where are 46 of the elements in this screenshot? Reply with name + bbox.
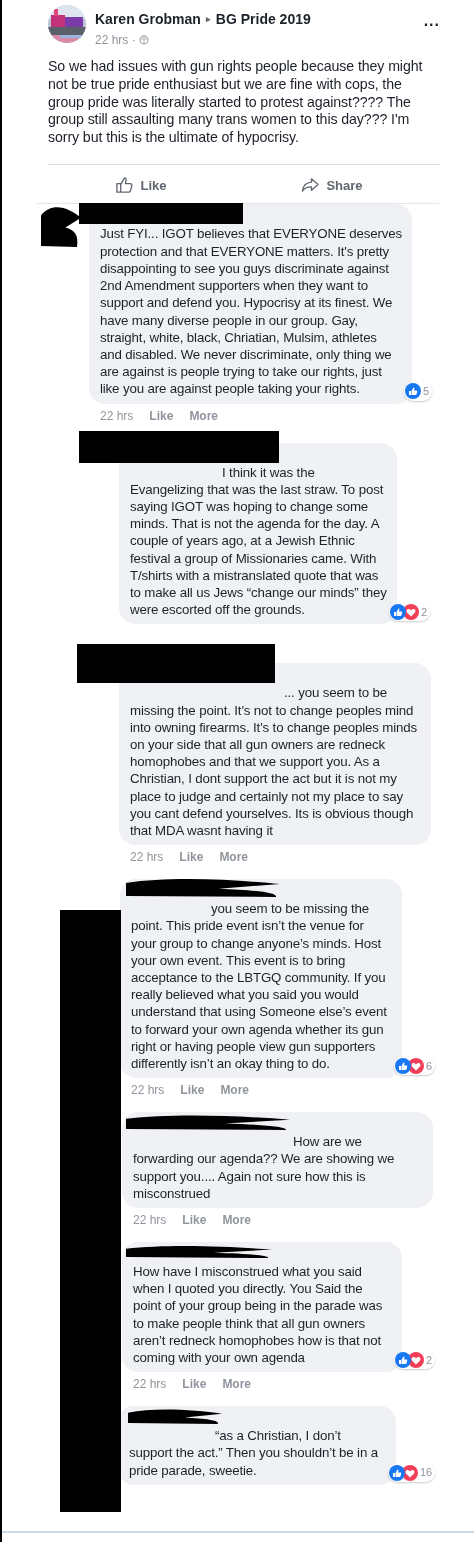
comment-time: 22 hrs <box>131 1082 165 1099</box>
thumbs-up-icon <box>115 176 135 196</box>
author-name[interactable]: Karen Grobman <box>95 9 201 30</box>
comment-text: I think it was the Evangelizing that was the last straw. To post saying IGOT was hoping to change some minds. That is not the agenda for the day. A couple of years ago, at a Jewish Ethnic festival a group of Missionaries came. With T/shirts with a mistranslated quote that was to make all us Jews “change our minds” they were escorted off the grounds. <box>130 463 387 619</box>
globe-icon <box>138 35 149 45</box>
comment-time: 22 hrs <box>133 1376 167 1393</box>
share-button[interactable]: Share <box>301 176 363 196</box>
more-link[interactable]: More <box>222 1212 252 1228</box>
reaction-badge[interactable]: 5 <box>404 382 433 401</box>
breadcrumb-arrow-icon: ▸ <box>205 12 211 27</box>
more-link[interactable]: More <box>222 1376 252 1393</box>
more-link[interactable]: More <box>189 407 219 424</box>
like-reaction-icon <box>395 1352 411 1368</box>
reaction-badge[interactable]: 16 <box>388 1463 436 1482</box>
like-reaction-icon <box>389 1464 405 1481</box>
like-link[interactable]: Like <box>182 1376 207 1393</box>
like-button[interactable]: Like <box>115 176 167 196</box>
like-reaction-icon <box>405 383 421 400</box>
reaction-badge[interactable]: 2 <box>394 1350 436 1370</box>
comment-text: you seem to be missing the point. This pride event isn’t the venue for your group to change anyone’s minds. Host your own event. This event is to bring acceptance to the LBTGQ community. If you really believed what you said you would understand that using Someone else’s event to forward your own agenda whether its gun right or having people view gun supporters differently isn’t an okay thing to do. <box>131 900 388 1073</box>
heart-reaction-icon <box>408 1057 424 1074</box>
heart-reaction-icon <box>408 1352 424 1368</box>
comment-text: ... you seem to be missing the point. It's not to change peoples mind into owning firearms. It's to change peoples minds on your side that all gun owners are redneck homophobes and that we support you. As a Christian, I dont support the act but it is not my place to judge and certainly not my place to say you cant defend yourselves. Its is obvious though that MDA wasnt having it <box>130 684 418 840</box>
comment-time: 22 hrs <box>100 407 134 424</box>
post-time: 22 hrs · <box>95 32 136 49</box>
comment-text: How have I misconstrued what you said when I quoted you directly. You Said the point of your group being in the parade was to make people think that all gun owners aren’t redneck homophobes how is that not coming with your own agenda <box>133 1263 384 1367</box>
more-link[interactable]: More <box>219 849 249 866</box>
more-options-button[interactable]: ... <box>423 13 440 29</box>
more-link[interactable]: More <box>220 1082 250 1099</box>
comment-text: “as a Christian, I don’t support the act.” Then you shouldn’t be in a pride parade, sweetie. <box>129 1427 379 1479</box>
reaction-badge[interactable]: 2 <box>389 602 431 622</box>
comment-text: How are we forwarding our agenda?? We are showing we support you.... Again not sure how this is misconstrued <box>133 1133 396 1202</box>
reaction-badge[interactable]: 6 <box>394 1056 436 1076</box>
like-link[interactable]: Like <box>179 849 204 866</box>
like-reaction-icon <box>395 1057 411 1074</box>
like-link[interactable]: Like <box>149 407 174 424</box>
like-link[interactable]: Like <box>180 1082 205 1099</box>
heart-reaction-icon <box>402 1464 418 1481</box>
group-name[interactable]: BG Pride 2019 <box>215 9 311 30</box>
comment-time: 22 hrs <box>133 1212 167 1228</box>
comment-text: Just FYI... IGOT believes that EVERYONE deserves protection and that EVERYONE matters. It's pretty disappointing to see you guys discriminate against 2nd Amendment supporters when they want to support and defend you. Hypocrisy at its finest. We have many diverse people in our group. Gay, straight, white, black, Chriatian, Mulsim, athletes and disabled. We never discriminate, only thing we are against is people trying to take our rights, just like you are against people taking your rights. <box>100 225 402 398</box>
like-reaction-icon <box>390 604 406 621</box>
heart-reaction-icon <box>403 604 419 621</box>
like-link[interactable]: Like <box>182 1212 207 1228</box>
post-text: So we had issues with gun rights people because they might not be true pride enthusiast but we are fine with cops, the group pride was literally started to protest against???? The group still assaulting many trans women to this day??? I'm sorry but this is the ultimate of hypocrisy. <box>48 58 424 147</box>
comment-time: 22 hrs <box>130 849 164 866</box>
